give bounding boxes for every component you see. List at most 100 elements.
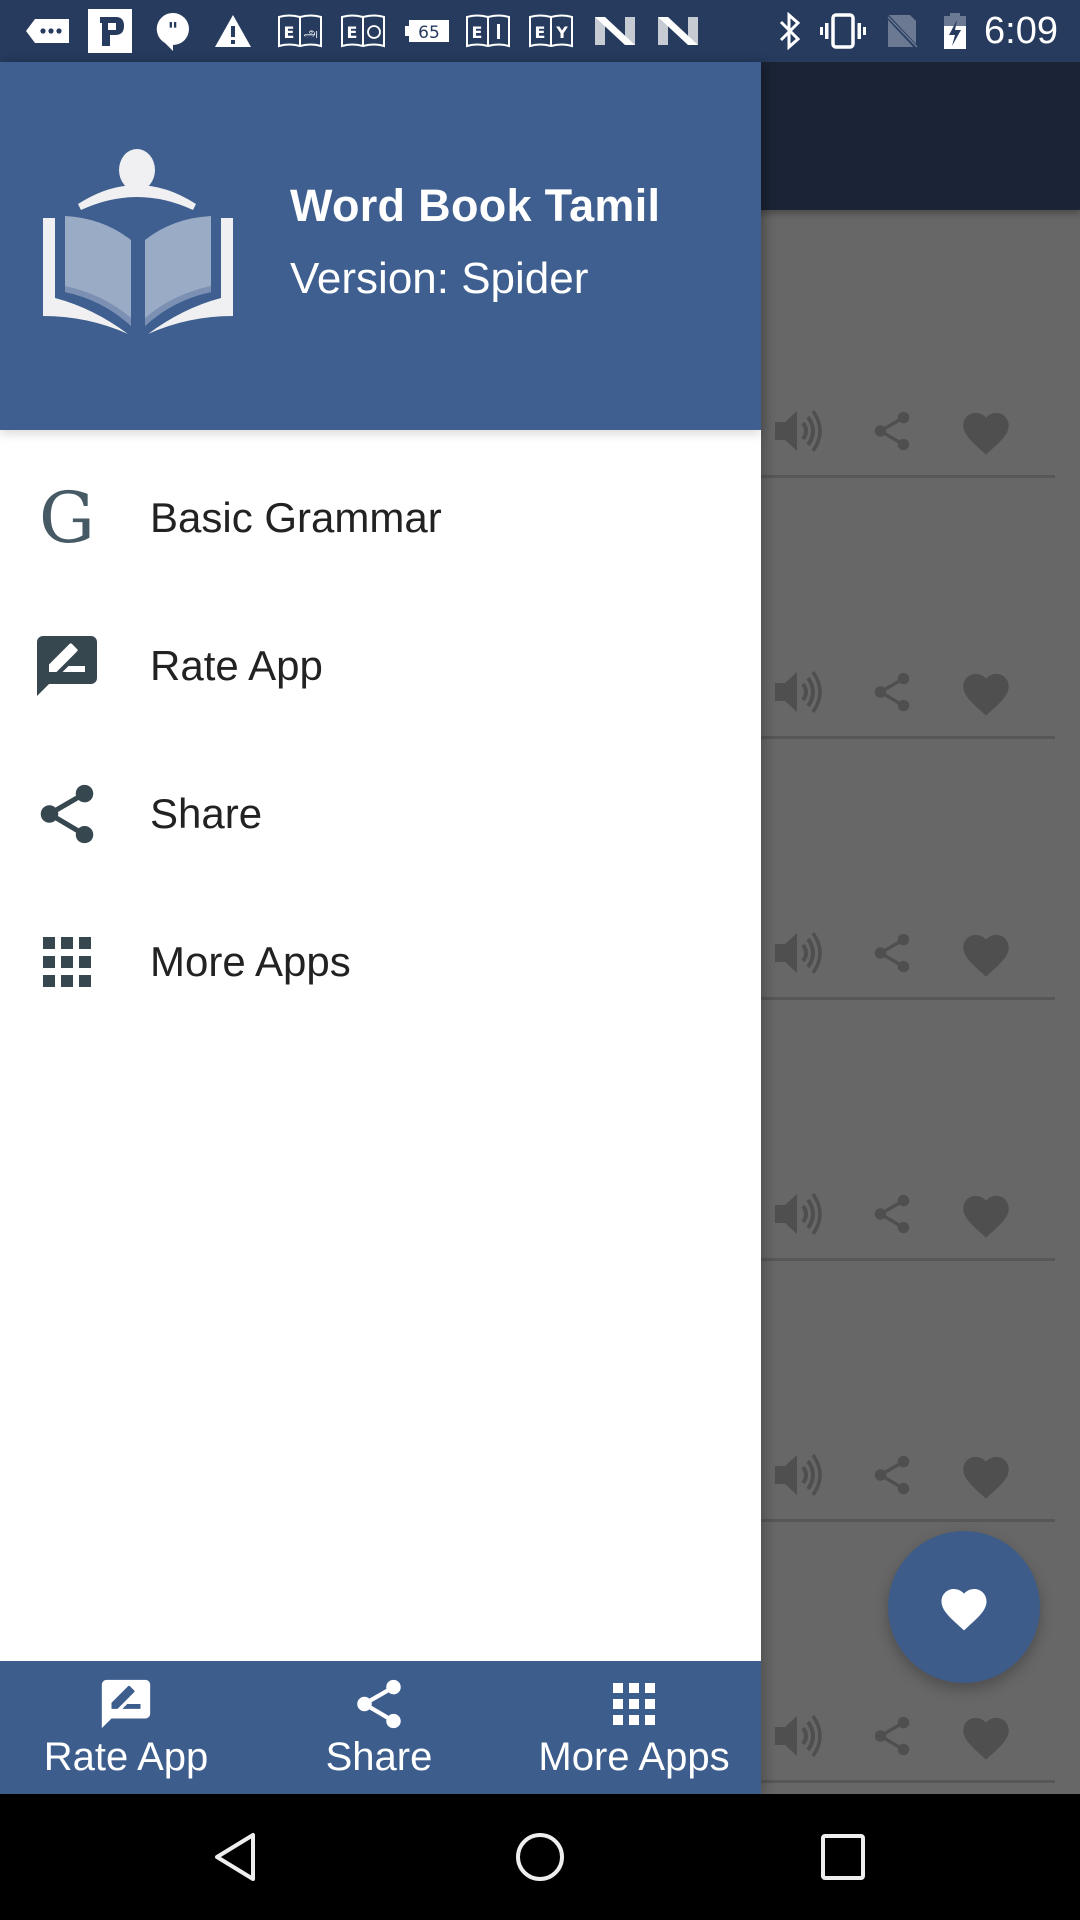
share-icon: [30, 777, 104, 851]
bottom-share-label: Share: [325, 1735, 433, 1779]
home-icon: [516, 1833, 564, 1881]
word-row[interactable]: [760, 217, 1055, 478]
share-button[interactable]: [862, 925, 922, 981]
svg-text:65: 65: [418, 23, 440, 43]
speaker-icon: [775, 1714, 822, 1758]
share-button[interactable]: [862, 403, 922, 459]
menu-item-rate-app[interactable]: Rate App: [0, 592, 761, 740]
bottom-share-button[interactable]: Share: [279, 1661, 479, 1794]
menu-item-share[interactable]: Share: [0, 740, 761, 888]
heart-icon: [963, 934, 1009, 977]
rate-review-icon: [30, 629, 104, 703]
heart-icon: [963, 1195, 1009, 1238]
speaker-icon: [775, 1453, 822, 1497]
warning-icon: [214, 12, 252, 50]
no-sim-icon: [884, 12, 920, 50]
svg-text:E: E: [347, 23, 358, 42]
speaker-icon: [775, 931, 822, 975]
more-tag-icon: [25, 12, 71, 50]
speaker-button[interactable]: [768, 1708, 828, 1764]
speaker-button[interactable]: [768, 664, 828, 720]
share-button[interactable]: [862, 1447, 922, 1503]
recents-button[interactable]: [808, 1824, 878, 1890]
menu-item-label: Rate App: [150, 642, 323, 689]
battery-65-icon: 65: [405, 12, 449, 50]
ebook-hindi-icon: E: [465, 12, 511, 50]
battery-charging-icon: [943, 12, 967, 50]
menu-item-basic-grammar[interactable]: G Basic Grammar: [0, 444, 761, 592]
share-button[interactable]: [862, 1708, 922, 1764]
speaker-icon: [775, 1192, 822, 1236]
heart-button[interactable]: [956, 1708, 1016, 1764]
svg-text:அ: அ: [304, 26, 318, 41]
word-row[interactable]: [760, 1000, 1055, 1261]
vibrate-icon: [820, 12, 866, 50]
drawer-header: Word Book Tamil Version: Spider: [0, 62, 761, 430]
rate-review-icon: [97, 1661, 155, 1733]
home-button[interactable]: [505, 1824, 575, 1890]
svg-text:E: E: [472, 23, 483, 42]
svg-text:Y: Y: [555, 23, 568, 42]
quote-bubble-icon: ": [155, 12, 191, 51]
ebook-y-icon: EY: [528, 12, 574, 50]
share-button[interactable]: [862, 664, 922, 720]
heart-button[interactable]: [956, 925, 1016, 981]
speaker-icon: [775, 409, 822, 453]
ebook-tamil-icon: Eஅ: [277, 12, 323, 50]
speaker-button[interactable]: [768, 403, 828, 459]
clock: 6:09: [984, 10, 1058, 52]
n-logo-icon: [658, 12, 698, 50]
svg-text:E: E: [535, 23, 546, 42]
grammar-g-icon: G: [39, 477, 95, 559]
menu-item-label: Share: [150, 790, 263, 837]
n-logo-icon: [595, 12, 635, 50]
share-icon: [874, 672, 910, 712]
svg-text:": ": [168, 18, 178, 42]
heart-icon: [963, 673, 1009, 716]
ebook-malayalam-icon: E: [340, 12, 386, 50]
share-button[interactable]: [862, 1186, 922, 1242]
menu-item-label: More Apps: [150, 938, 351, 985]
speaker-button[interactable]: [768, 1447, 828, 1503]
menu-item-more-apps[interactable]: More Apps: [0, 888, 761, 1036]
back-icon: [215, 1833, 255, 1881]
speaker-button[interactable]: [768, 1186, 828, 1242]
heart-icon: [963, 1717, 1009, 1760]
share-icon: [874, 1455, 910, 1495]
app-version: Version: Spider: [290, 254, 589, 303]
system-nav-bar: [0, 1794, 1080, 1920]
speaker-icon: [775, 670, 822, 714]
bottom-more-apps-label: More Apps: [538, 1735, 730, 1779]
back-button[interactable]: [200, 1824, 270, 1890]
heart-icon: [941, 1589, 987, 1631]
bluetooth-icon: [778, 12, 802, 50]
drawer-bottom-bar: Rate App Share More Apps: [0, 1661, 761, 1794]
word-row[interactable]: [760, 478, 1055, 739]
p-app-icon: [88, 9, 132, 53]
heart-button[interactable]: [956, 1447, 1016, 1503]
heart-button[interactable]: [956, 1186, 1016, 1242]
heart-button[interactable]: [956, 664, 1016, 720]
heart-button[interactable]: [956, 403, 1016, 459]
speaker-button[interactable]: [768, 925, 828, 981]
status-bar: " Eஅ E 65 E EY 6:09: [0, 0, 1080, 62]
row-divider: [760, 1780, 1055, 1783]
favorites-fab[interactable]: [888, 1531, 1040, 1683]
heart-icon: [963, 1456, 1009, 1499]
recents-icon: [821, 1834, 865, 1880]
heart-icon: [963, 412, 1009, 455]
bottom-rate-app-label: Rate App: [43, 1735, 209, 1779]
share-icon: [350, 1661, 408, 1733]
bottom-rate-app-button[interactable]: Rate App: [26, 1661, 226, 1794]
word-row[interactable]: [760, 739, 1055, 1000]
reader-book-logo: [43, 148, 233, 342]
svg-text:E: E: [284, 23, 295, 42]
word-row[interactable]: [760, 1261, 1055, 1522]
menu-item-label: Basic Grammar: [150, 494, 442, 541]
share-icon: [874, 411, 910, 451]
apps-grid-icon: [30, 925, 104, 999]
share-icon: [874, 933, 910, 973]
share-icon: [874, 1716, 910, 1756]
apps-grid-icon: [613, 1661, 655, 1733]
bottom-more-apps-button[interactable]: More Apps: [524, 1661, 744, 1794]
